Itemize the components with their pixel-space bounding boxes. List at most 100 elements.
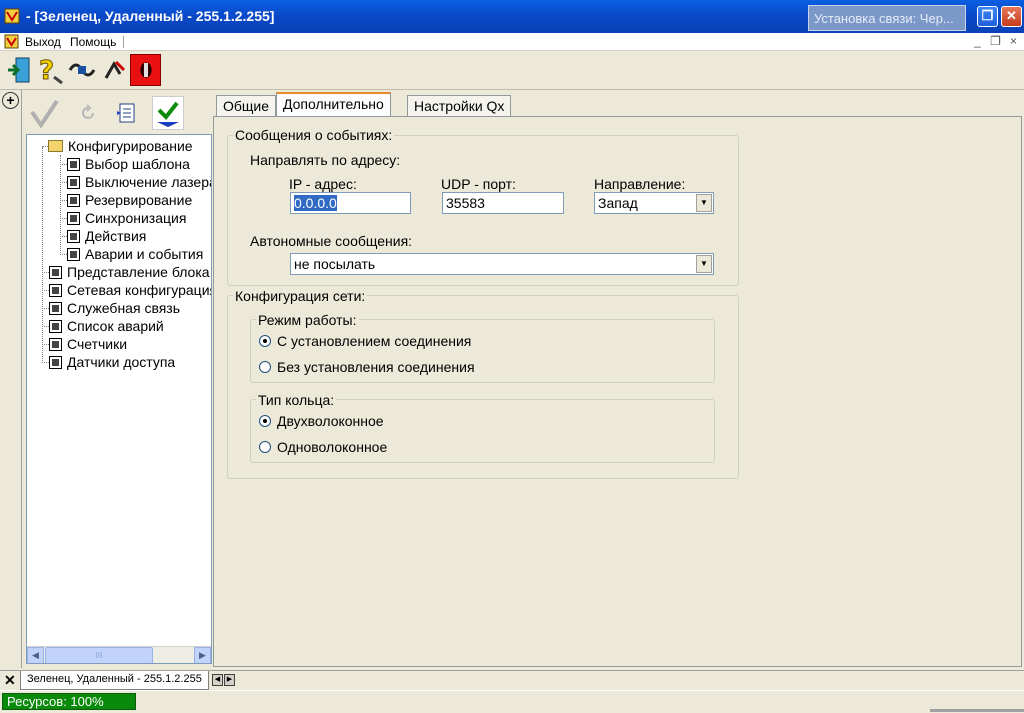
mode-with-connection-radio[interactable]: С установлением соединения [259, 333, 471, 349]
tree-item-label: Конфигурирование [68, 138, 193, 154]
tab-panel: Сообщения о событиях: Направлять по адре… [213, 116, 1022, 667]
restore-window-button[interactable]: ❐ [977, 6, 998, 27]
direction-label: Направление: [594, 176, 686, 192]
help-question-icon[interactable]: ? [34, 54, 65, 86]
close-document-icon[interactable]: ✕ [4, 672, 16, 689]
app-icon [4, 8, 20, 24]
tree-item-actions[interactable]: Действия [67, 227, 146, 245]
status-grip [930, 709, 1024, 712]
tab-prev-icon[interactable]: ◀ [212, 674, 223, 686]
network-legend: Конфигурация сети: [233, 288, 368, 304]
ip-value: 0.0.0.0 [294, 195, 337, 211]
radio-label: Без установления соединения [277, 359, 475, 375]
menu-help[interactable]: Помощь [70, 35, 116, 49]
tree-item-label: Выбор шаблона [85, 156, 190, 172]
tree-item-label: Аварии и события [85, 246, 204, 262]
close-window-button[interactable]: ✕ [1001, 6, 1022, 27]
ring-single-fiber-radio[interactable]: Одноволоконное [259, 439, 387, 455]
page-icon [49, 301, 62, 315]
tab-qx-settings[interactable]: Настройки Qx [407, 95, 512, 117]
svg-text:?: ? [39, 56, 54, 85]
menu-exit[interactable]: Выход [25, 35, 61, 49]
radio-label: С установлением соединения [277, 333, 472, 349]
scroll-right-icon[interactable]: ▶ [194, 647, 211, 663]
resources-status: Ресурсов: 100% [2, 693, 136, 710]
autonomous-label: Автономные сообщения: [250, 233, 413, 249]
chevron-down-icon[interactable]: ▼ [696, 194, 712, 212]
zoom-in-icon[interactable]: + [2, 92, 19, 109]
tree-item-label: Представление блока [67, 264, 210, 280]
tree-item-network-config[interactable]: Сетевая конфигурация [49, 281, 212, 299]
config-tree[interactable]: Конфигурирование Выбор шаблона Выключени… [26, 134, 212, 664]
page-icon [49, 319, 62, 333]
main-toolbar: ? [0, 51, 1024, 90]
refresh-gray-icon[interactable] [72, 96, 104, 130]
tree-item-service-link[interactable]: Служебная связь [49, 299, 180, 317]
chevron-down-icon[interactable]: ▼ [696, 255, 712, 273]
tree-item-label: Счетчики [67, 336, 128, 352]
tree-item-configuration[interactable]: Конфигурирование [48, 137, 193, 155]
page-icon [67, 193, 80, 207]
title-bar: - [Зеленец, Удаленный - 255.1.2.255] Уст… [0, 0, 1024, 33]
tree-item-label: Действия [85, 228, 147, 244]
tree-item-block-view[interactable]: Представление блока [49, 263, 210, 281]
tree-item-alarm-list[interactable]: Список аварий [49, 317, 164, 335]
page-icon [67, 175, 80, 189]
tab-general[interactable]: Общие [216, 95, 277, 117]
alarm-red-icon[interactable] [130, 54, 161, 86]
tree-item-access-sensors[interactable]: Датчики доступа [49, 353, 175, 371]
ring-dual-fiber-radio[interactable]: Двухволоконное [259, 413, 384, 429]
tab-additional[interactable]: Дополнительно [276, 92, 391, 117]
mdi-restore-button[interactable]: ❐ [988, 34, 1003, 49]
tab-next-icon[interactable]: ▶ [224, 674, 235, 686]
folder-open-icon [48, 140, 63, 152]
autonomous-value: не посылать [294, 256, 376, 272]
radio-label: Одноволоконное [277, 439, 388, 455]
radio-unchecked-icon [259, 441, 271, 453]
mdi-close-button[interactable]: × [1006, 34, 1021, 49]
disconnect-icon[interactable] [98, 54, 129, 86]
connect-plug-icon[interactable] [66, 54, 97, 86]
tree-item-redundancy[interactable]: Резервирование [67, 191, 192, 209]
window-title: - [Зеленец, Удаленный - 255.1.2.255] [26, 8, 275, 24]
tree-item-counters[interactable]: Счетчики [49, 335, 127, 353]
radio-label: Двухволоконное [277, 413, 384, 429]
apply-check-icon[interactable] [152, 96, 184, 130]
tree-item-template-select[interactable]: Выбор шаблона [67, 155, 190, 173]
ip-address-field[interactable]: 0.0.0.0 [290, 192, 411, 214]
page-icon [67, 247, 80, 261]
tree-item-label: Выключение лазера [85, 174, 212, 190]
tree-item-alarms-events[interactable]: Аварии и события [67, 245, 203, 263]
ip-label: IP - адрес: [289, 176, 357, 192]
document-tabs-bar: ✕ Зеленец, Удаленный - 255.1.2.255 ◀ ▶ [0, 670, 1024, 690]
scroll-thumb[interactable]: III [45, 647, 153, 663]
udp-label: UDP - порт: [441, 176, 516, 192]
autonomous-select[interactable]: не посылать ▼ [290, 253, 714, 275]
page-icon [49, 265, 62, 279]
mode-without-connection-radio[interactable]: Без установления соединения [259, 359, 475, 375]
address-label: Направлять по адресу: [250, 152, 401, 168]
tree-toolbar [26, 92, 212, 134]
document-tab[interactable]: Зеленец, Удаленный - 255.1.2.255 [20, 671, 209, 690]
side-strip: + [0, 90, 22, 668]
mdi-minimize-button[interactable]: _ [970, 34, 985, 49]
direction-select[interactable]: Запад ▼ [594, 192, 714, 214]
udp-port-field[interactable]: 35583 [442, 192, 564, 214]
page-icon [67, 211, 80, 225]
tree-item-sync[interactable]: Синхронизация [67, 209, 186, 227]
check-gray-icon[interactable] [28, 96, 60, 130]
document-list-icon[interactable] [112, 96, 144, 130]
radio-unchecked-icon [259, 361, 271, 373]
tree-item-label: Сетевая конфигурация [67, 282, 212, 298]
tree-item-laser-shutdown[interactable]: Выключение лазера [67, 173, 212, 191]
mode-legend: Режим работы: [256, 312, 359, 328]
tree-horizontal-scrollbar[interactable]: ◀ III ▶ [27, 646, 211, 663]
exit-door-icon[interactable] [3, 54, 34, 86]
ring-legend: Тип кольца: [256, 392, 337, 408]
menu-separator [123, 36, 124, 48]
status-bar: Ресурсов: 100% [0, 690, 1024, 713]
tree-item-label: Резервирование [85, 192, 193, 208]
scroll-left-icon[interactable]: ◀ [27, 647, 44, 663]
page-icon [67, 229, 80, 243]
connection-popup[interactable]: Установка связи: Чер... [808, 5, 966, 31]
